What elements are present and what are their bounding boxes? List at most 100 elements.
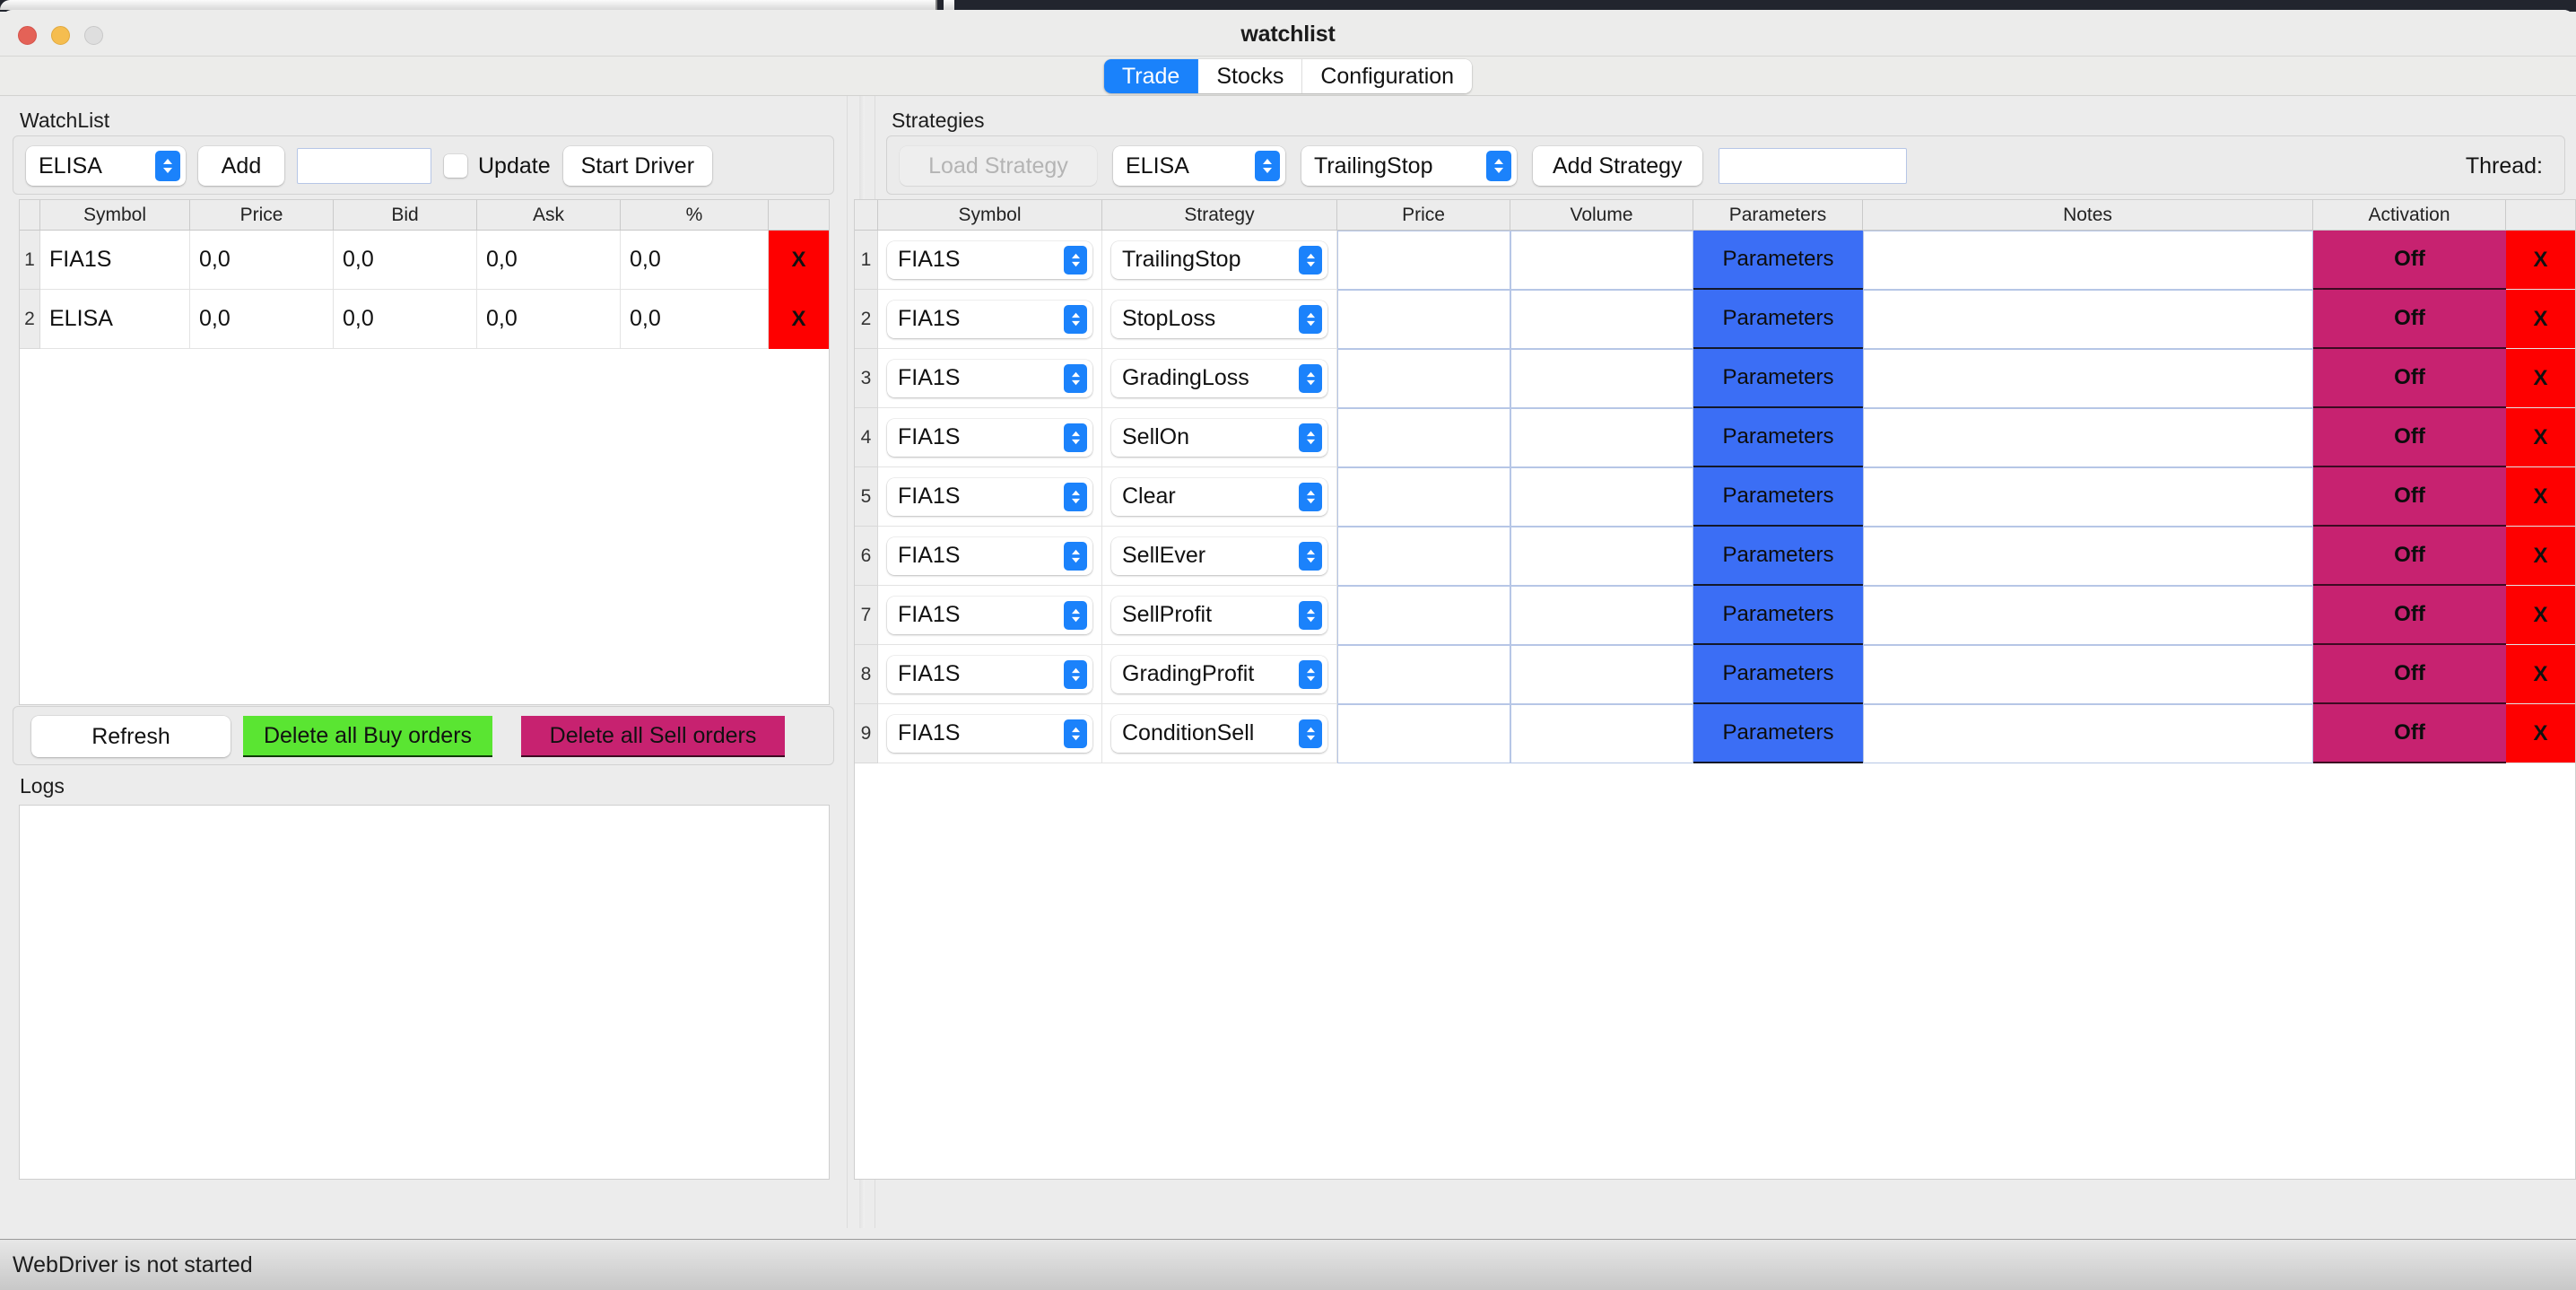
watchlist-cell-pct[interactable]: 0,0 — [621, 231, 769, 290]
strategies-cell-notes[interactable] — [1863, 645, 2313, 704]
table-row[interactable]: 5 FIA1S Clear Parameters Off X — [855, 467, 2575, 527]
strategies-cell-price[interactable] — [1337, 527, 1510, 586]
strategy-name-select[interactable]: SellProfit — [1111, 596, 1327, 634]
strategies-col-activation[interactable]: Activation — [2313, 200, 2506, 230]
strategy-symbol-select[interactable]: FIA1S — [887, 714, 1092, 753]
parameters-button[interactable]: Parameters — [1693, 586, 1863, 645]
strategy-delete-button[interactable]: X — [2506, 527, 2575, 586]
watchlist-add-button[interactable]: Add — [198, 146, 284, 186]
activation-toggle-button[interactable]: Off — [2313, 408, 2506, 467]
activation-toggle-button[interactable]: Off — [2313, 467, 2506, 527]
watchlist-cell-price[interactable]: 0,0 — [190, 290, 334, 349]
delete-all-sell-orders-button[interactable]: Delete all Sell orders — [521, 716, 785, 757]
strategies-cell-volume[interactable] — [1510, 527, 1693, 586]
table-row[interactable]: 2 FIA1S StopLoss Parameters Off X — [855, 290, 2575, 349]
watchlist-cell-price[interactable]: 0,0 — [190, 231, 334, 290]
strategies-cell-notes[interactable] — [1863, 586, 2313, 645]
add-strategy-input[interactable] — [1718, 148, 1907, 184]
watchlist-delete-button[interactable]: X — [769, 290, 829, 349]
watchlist-cell-bid[interactable]: 0,0 — [334, 231, 477, 290]
strategies-cell-notes[interactable] — [1863, 704, 2313, 763]
tab-configuration[interactable]: Configuration — [1302, 59, 1473, 93]
watchlist-cell-symbol[interactable]: FIA1S — [40, 231, 190, 290]
strategies-cell-price[interactable] — [1337, 586, 1510, 645]
parameters-button[interactable]: Parameters — [1693, 704, 1863, 763]
refresh-button[interactable]: Refresh — [31, 716, 231, 757]
activation-toggle-button[interactable]: Off — [2313, 290, 2506, 349]
activation-toggle-button[interactable]: Off — [2313, 645, 2506, 704]
start-driver-button[interactable]: Start Driver — [562, 146, 713, 186]
strategy-delete-button[interactable]: X — [2506, 290, 2575, 349]
strategy-symbol-select[interactable]: FIA1S — [887, 418, 1092, 457]
table-row[interactable]: 2 ELISA 0,0 0,0 0,0 0,0 X — [20, 290, 829, 349]
strategies-cell-volume[interactable] — [1510, 467, 1693, 527]
strategy-symbol-select[interactable]: FIA1S — [887, 240, 1092, 279]
strategies-cell-volume[interactable] — [1510, 408, 1693, 467]
table-row[interactable]: 6 FIA1S SellEver Parameters Off X — [855, 527, 2575, 586]
logs-textarea[interactable] — [19, 805, 830, 1180]
load-strategy-button[interactable]: Load Strategy — [900, 146, 1097, 186]
watchlist-cell-ask[interactable]: 0,0 — [477, 290, 621, 349]
watchlist-col-price[interactable]: Price — [190, 200, 334, 230]
parameters-button[interactable]: Parameters — [1693, 467, 1863, 527]
strategy-name-select[interactable]: GradingProfit — [1111, 655, 1327, 693]
strategy-name-select[interactable]: ConditionSell — [1111, 714, 1327, 753]
table-row[interactable]: 1 FIA1S TrailingStop Parameters Off X — [855, 231, 2575, 290]
strategy-name-select[interactable]: TrailingStop — [1111, 240, 1327, 279]
watchlist-symbol-select[interactable]: ELISA — [26, 146, 186, 186]
watchlist-col-pct[interactable]: % — [621, 200, 769, 230]
strategy-delete-button[interactable]: X — [2506, 645, 2575, 704]
activation-toggle-button[interactable]: Off — [2313, 704, 2506, 763]
watchlist-cell-bid[interactable]: 0,0 — [334, 290, 477, 349]
strategies-cell-notes[interactable] — [1863, 467, 2313, 527]
watchlist-col-ask[interactable]: Ask — [477, 200, 621, 230]
table-row[interactable]: 3 FIA1S GradingLoss Parameters Off X — [855, 349, 2575, 408]
strategies-cell-price[interactable] — [1337, 467, 1510, 527]
watchlist-delete-button[interactable]: X — [769, 231, 829, 290]
watchlist-cell-symbol[interactable]: ELISA — [40, 290, 190, 349]
strategies-cell-volume[interactable] — [1510, 645, 1693, 704]
strategy-symbol-select[interactable]: FIA1S — [887, 300, 1092, 338]
strategies-col-strategy[interactable]: Strategy — [1102, 200, 1337, 230]
strategies-cell-volume[interactable] — [1510, 290, 1693, 349]
parameters-button[interactable]: Parameters — [1693, 527, 1863, 586]
table-row[interactable]: 7 FIA1S SellProfit Parameters Off X — [855, 586, 2575, 645]
delete-all-buy-orders-button[interactable]: Delete all Buy orders — [243, 716, 492, 757]
strategies-cell-notes[interactable] — [1863, 231, 2313, 290]
add-strategy-button[interactable]: Add Strategy — [1533, 146, 1702, 186]
strategy-delete-button[interactable]: X — [2506, 231, 2575, 290]
strategy-delete-button[interactable]: X — [2506, 704, 2575, 763]
watchlist-cell-ask[interactable]: 0,0 — [477, 231, 621, 290]
update-checkbox[interactable] — [444, 154, 467, 178]
strategies-cell-volume[interactable] — [1510, 704, 1693, 763]
strategies-cell-price[interactable] — [1337, 408, 1510, 467]
strategies-symbol-select[interactable]: ELISA — [1113, 146, 1285, 186]
watchlist-cell-pct[interactable]: 0,0 — [621, 290, 769, 349]
activation-toggle-button[interactable]: Off — [2313, 349, 2506, 408]
table-row[interactable]: 1 FIA1S 0,0 0,0 0,0 0,0 X — [20, 231, 829, 290]
strategy-name-select[interactable]: Clear — [1111, 477, 1327, 516]
strategies-cell-notes[interactable] — [1863, 527, 2313, 586]
strategies-cell-price[interactable] — [1337, 231, 1510, 290]
tab-trade[interactable]: Trade — [1103, 59, 1199, 93]
strategies-cell-price[interactable] — [1337, 704, 1510, 763]
strategies-cell-volume[interactable] — [1510, 231, 1693, 290]
strategy-delete-button[interactable]: X — [2506, 349, 2575, 408]
table-row[interactable]: 9 FIA1S ConditionSell Parameters Off X — [855, 704, 2575, 763]
strategies-cell-price[interactable] — [1337, 349, 1510, 408]
parameters-button[interactable]: Parameters — [1693, 645, 1863, 704]
strategies-cell-price[interactable] — [1337, 290, 1510, 349]
table-row[interactable]: 8 FIA1S GradingProfit Parameters Off X — [855, 645, 2575, 704]
table-row[interactable]: 4 FIA1S SellOn Parameters Off X — [855, 408, 2575, 467]
watchlist-col-bid[interactable]: Bid — [334, 200, 477, 230]
activation-toggle-button[interactable]: Off — [2313, 586, 2506, 645]
strategies-cell-price[interactable] — [1337, 645, 1510, 704]
parameters-button[interactable]: Parameters — [1693, 290, 1863, 349]
watchlist-update-checkbox-row[interactable]: Update — [444, 153, 551, 179]
strategies-strategy-select[interactable]: TrailingStop — [1301, 146, 1517, 186]
strategies-cell-volume[interactable] — [1510, 349, 1693, 408]
strategy-delete-button[interactable]: X — [2506, 467, 2575, 527]
strategies-col-parameters[interactable]: Parameters — [1693, 200, 1863, 230]
strategy-delete-button[interactable]: X — [2506, 408, 2575, 467]
tab-stocks[interactable]: Stocks — [1198, 59, 1303, 93]
